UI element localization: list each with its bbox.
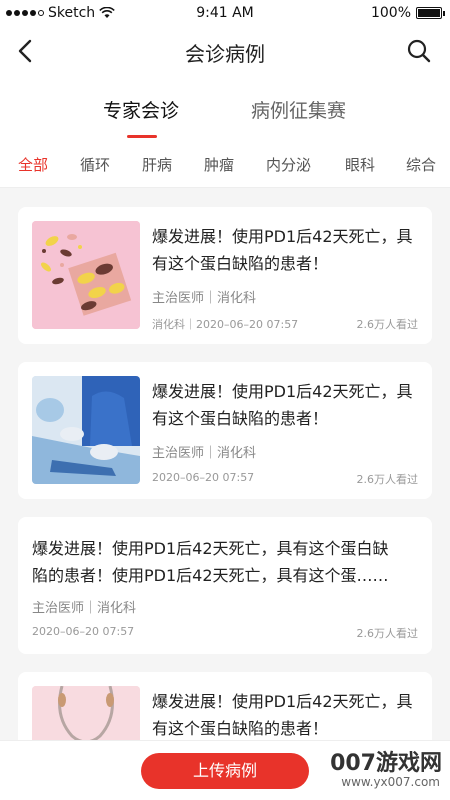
battery-icon [416, 7, 445, 19]
search-button[interactable] [406, 38, 432, 64]
case-title-line: 爆发进展！使用PD1后42天死亡，具 [152, 382, 413, 401]
status-bar: Sketch 9:41 AM 100% [0, 0, 450, 26]
main-tabs: 专家会诊 病例征集赛 [0, 76, 450, 140]
battery-percent: 100% [370, 5, 411, 21]
search-icon [407, 39, 431, 63]
case-meta: 2020–06–20 07:57 [32, 625, 135, 638]
case-title-line: 有这个蛋白缺陷的患者！ [152, 409, 329, 428]
case-title: 爆发进展！使用PD1后42天死亡，具 有这个蛋白缺陷的患者！ [152, 378, 413, 432]
category-tumor[interactable]: 肿瘤 [204, 154, 234, 175]
category-all[interactable]: 全部 [18, 154, 48, 175]
case-meta: 消化科｜2020–06–20 07:57 [152, 318, 299, 331]
category-endocrine[interactable]: 内分泌 [266, 154, 311, 175]
case-views: 2.6万人看过 [356, 627, 419, 640]
tab-expert-consultation[interactable]: 专家会诊 [103, 96, 179, 123]
watermark-url: www.yx007.com [341, 775, 440, 789]
upload-case-button[interactable]: 上传病例 [141, 753, 309, 789]
case-author: 主治医师｜消化科 [32, 601, 137, 616]
case-author: 主治医师｜消化科 [152, 446, 257, 461]
case-title-line: 有这个蛋白缺陷的患者！ [152, 719, 329, 738]
case-title: 爆发进展！使用PD1后42天死亡，具 有这个蛋白缺陷的患者！ [152, 688, 413, 742]
page-title: 会诊病例 [185, 42, 265, 66]
case-title-line: 爆发进展！使用PD1后42天死亡，具 [152, 692, 413, 711]
case-author: 主治医师｜消化科 [152, 291, 257, 306]
case-card[interactable]: 爆发进展！使用PD1后42天死亡，具 有这个蛋白缺陷的患者！ 主治医师｜消化科 … [18, 362, 432, 499]
case-card[interactable]: 爆发进展！使用PD1后42天死亡，具 有这个蛋白缺陷的患者！ 主治医师｜消化科 … [18, 207, 432, 344]
case-title-line: 爆发进展！使用PD1后42天死亡，具有这个蛋白缺 [32, 539, 389, 558]
status-right: 100% [370, 5, 445, 21]
case-thumbnail [32, 221, 140, 329]
case-card[interactable]: 爆发进展！使用PD1后42天死亡，具有这个蛋白缺 陷的患者！使用PD1后42天死… [18, 517, 432, 654]
case-title-line: 爆发进展！使用PD1后42天死亡，具 [152, 227, 413, 246]
category-circulation[interactable]: 循环 [80, 154, 110, 175]
watermark-logo: 007游戏网 [330, 751, 442, 776]
bottom-bar: 上传病例 007游戏网 www.yx007.com [0, 740, 450, 800]
tab-case-contest[interactable]: 病例征集赛 [251, 96, 346, 123]
category-ophthalmology[interactable]: 眼科 [345, 154, 375, 175]
case-title-line: 有这个蛋白缺陷的患者！ [152, 254, 329, 273]
case-title: 爆发进展！使用PD1后42天死亡，具 有这个蛋白缺陷的患者！ [152, 223, 413, 277]
category-liver[interactable]: 肝病 [142, 154, 172, 175]
category-bar: 全部 循环 肝病 肿瘤 内分泌 眼科 综合 [0, 140, 450, 188]
active-tab-indicator [127, 135, 157, 138]
case-meta: 2020–06–20 07:57 [152, 471, 255, 484]
case-views: 2.6万人看过 [356, 318, 419, 331]
case-title-line: 陷的患者！使用PD1后42天死亡，具有这个蛋…… [32, 566, 389, 585]
nav-bar: 会诊病例 [0, 26, 450, 76]
case-thumbnail [32, 376, 140, 484]
category-general[interactable]: 综合 [406, 154, 436, 175]
case-title: 爆发进展！使用PD1后42天死亡，具有这个蛋白缺 陷的患者！使用PD1后42天死… [32, 535, 389, 589]
case-views: 2.6万人看过 [356, 473, 419, 486]
